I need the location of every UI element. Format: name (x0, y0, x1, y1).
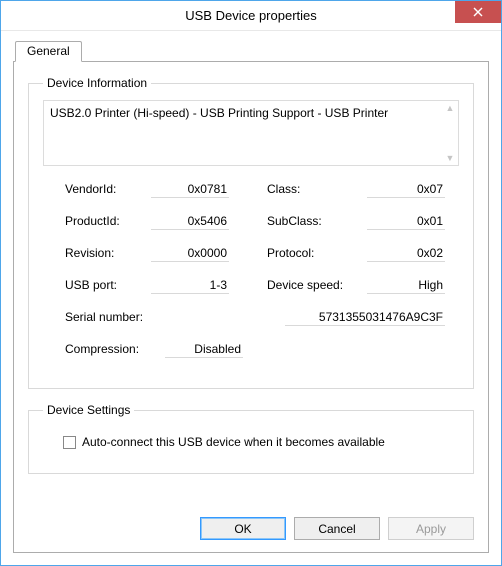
subclass-value: 0x01 (367, 214, 445, 230)
revision-label: Revision: (65, 246, 151, 260)
autoconnect-label: Auto-connect this USB device when it bec… (82, 435, 385, 449)
dialog-button-row: OK Cancel Apply (28, 515, 474, 540)
titlebar[interactable]: USB Device properties (1, 1, 501, 31)
client-area: General Device Information USB2.0 Printe… (1, 31, 501, 565)
vendorid-label: VendorId: (65, 182, 151, 196)
scroll-down-icon[interactable]: ▼ (444, 153, 456, 163)
autoconnect-checkbox[interactable] (63, 436, 76, 449)
device-information-legend: Device Information (43, 76, 151, 90)
tab-header: General (13, 39, 489, 61)
device-settings-group: Device Settings Auto-connect this USB de… (28, 403, 474, 474)
close-icon (473, 7, 483, 17)
tab-control: General Device Information USB2.0 Printe… (13, 39, 489, 553)
revision-value: 0x0000 (151, 246, 229, 262)
devspeed-value: High (367, 278, 445, 294)
usbport-label: USB port: (65, 278, 151, 292)
close-button[interactable] (455, 1, 501, 23)
class-label: Class: (267, 182, 367, 196)
productid-label: ProductId: (65, 214, 151, 228)
ok-button[interactable]: OK (200, 517, 286, 540)
apply-button: Apply (388, 517, 474, 540)
vendorid-value: 0x0781 (151, 182, 229, 198)
subclass-label: SubClass: (267, 214, 367, 228)
cancel-button[interactable]: Cancel (294, 517, 380, 540)
compression-label: Compression: (65, 342, 165, 356)
device-settings-legend: Device Settings (43, 403, 134, 417)
device-information-group: Device Information USB2.0 Printer (Hi-sp… (28, 76, 474, 389)
device-description-text: USB2.0 Printer (Hi-speed) - USB Printing… (50, 105, 440, 121)
protocol-label: Protocol: (267, 246, 367, 260)
serial-value: 5731355031476A9C3F (285, 310, 445, 326)
autoconnect-row[interactable]: Auto-connect this USB device when it bec… (63, 435, 453, 449)
window-title: USB Device properties (185, 8, 317, 23)
scroll-up-icon[interactable]: ▲ (444, 103, 456, 113)
protocol-value: 0x02 (367, 246, 445, 262)
compression-value: Disabled (165, 342, 243, 358)
tab-general[interactable]: General (15, 41, 82, 62)
productid-value: 0x5406 (151, 214, 229, 230)
serial-label: Serial number: (65, 310, 175, 324)
usb-device-properties-window: USB Device properties General Device Inf… (0, 0, 502, 566)
tab-panel-general: Device Information USB2.0 Printer (Hi-sp… (13, 61, 489, 553)
devspeed-label: Device speed: (267, 278, 367, 292)
usbport-value: 1-3 (151, 278, 229, 294)
class-value: 0x07 (367, 182, 445, 198)
device-description-box[interactable]: USB2.0 Printer (Hi-speed) - USB Printing… (43, 100, 459, 166)
device-info-grid: VendorId: 0x0781 Class: 0x07 Produ (43, 182, 459, 374)
